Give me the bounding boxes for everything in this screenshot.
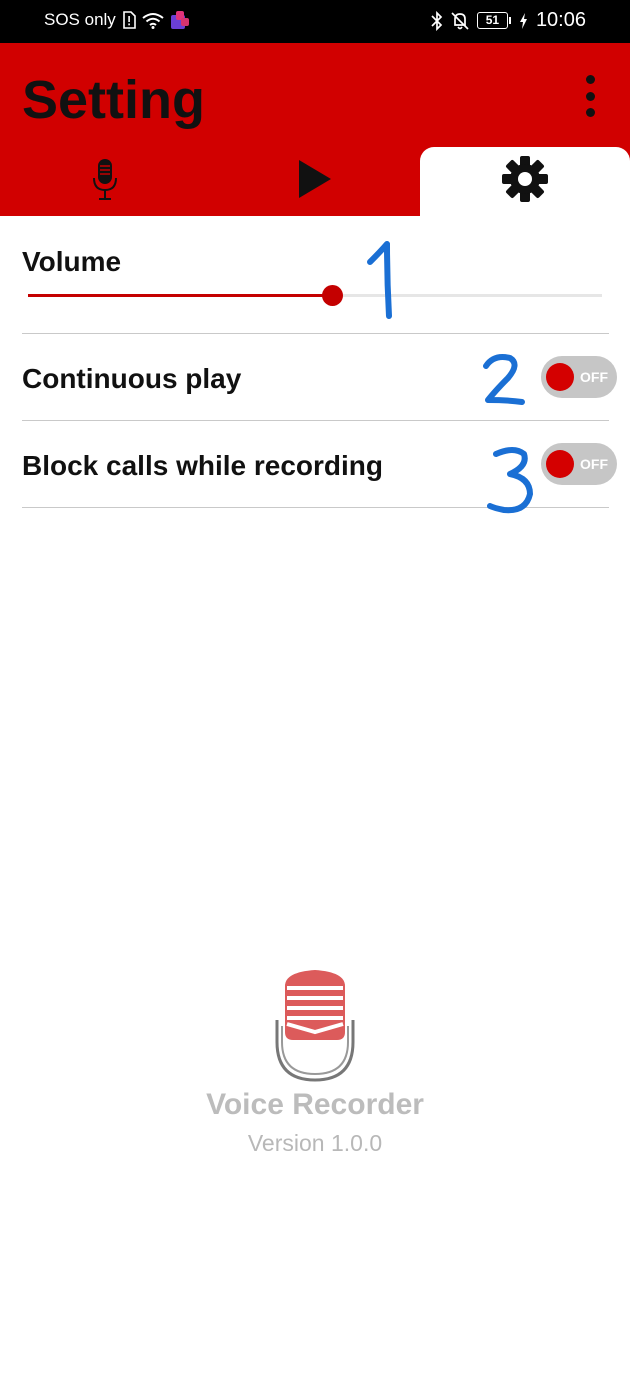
- toggle-knob: [546, 363, 574, 391]
- continuous-play-label: Continuous play: [22, 363, 242, 394]
- battery-tip: [508, 17, 511, 24]
- annotation-1: [367, 241, 392, 319]
- volume-setting: Volume: [22, 216, 609, 334]
- toggle-state: OFF: [580, 456, 608, 472]
- app-name: Voice Recorder: [206, 1088, 424, 1121]
- carrier-text: SOS only: [44, 10, 116, 29]
- block-calls-label: Block calls while recording: [22, 450, 384, 481]
- app-bar: Setting: [0, 43, 630, 216]
- slider-fill: [28, 294, 333, 297]
- clock-text: 10:06: [535, 9, 586, 31]
- app-notification-icon: [170, 10, 190, 30]
- status-bar: SOS only 51 10:06: [0, 0, 630, 43]
- volume-label: Volume: [22, 246, 122, 277]
- more-vert-icon: [585, 75, 595, 84]
- annotation-3: [487, 447, 533, 514]
- battery-level: 51: [476, 12, 508, 29]
- toggle-knob: [546, 450, 574, 478]
- status-left: SOS only: [44, 10, 190, 30]
- battery-icon: 51: [476, 12, 511, 29]
- gear-icon: [501, 155, 549, 208]
- tab-record[interactable]: [0, 147, 210, 216]
- charging-icon: [519, 12, 528, 29]
- app-logo: [273, 968, 357, 1084]
- slider-thumb[interactable]: [322, 285, 344, 306]
- more-options-button[interactable]: [578, 75, 602, 117]
- toggle-state: OFF: [580, 369, 608, 385]
- more-vert-icon-dot: [585, 108, 595, 117]
- wifi-icon: [142, 12, 164, 29]
- continuous-play-toggle[interactable]: OFF: [541, 356, 617, 398]
- app-version: Version 1.0.0: [247, 1130, 383, 1156]
- status-right: 51 10:06: [431, 9, 586, 32]
- tab-bar: [0, 147, 630, 216]
- block-calls-toggle[interactable]: OFF: [541, 443, 617, 485]
- annotation-2: [483, 354, 525, 405]
- tab-play[interactable]: [210, 147, 420, 216]
- volume-slider[interactable]: [28, 285, 602, 306]
- play-icon: [297, 159, 333, 204]
- bluetooth-icon: [431, 10, 443, 31]
- sim-alert-icon: [122, 11, 136, 29]
- mute-bell-icon: [451, 11, 469, 31]
- microphone-icon: [92, 157, 118, 206]
- page-title: Setting: [22, 70, 205, 130]
- more-vert-icon-dot: [585, 91, 595, 101]
- tab-settings[interactable]: [420, 147, 630, 216]
